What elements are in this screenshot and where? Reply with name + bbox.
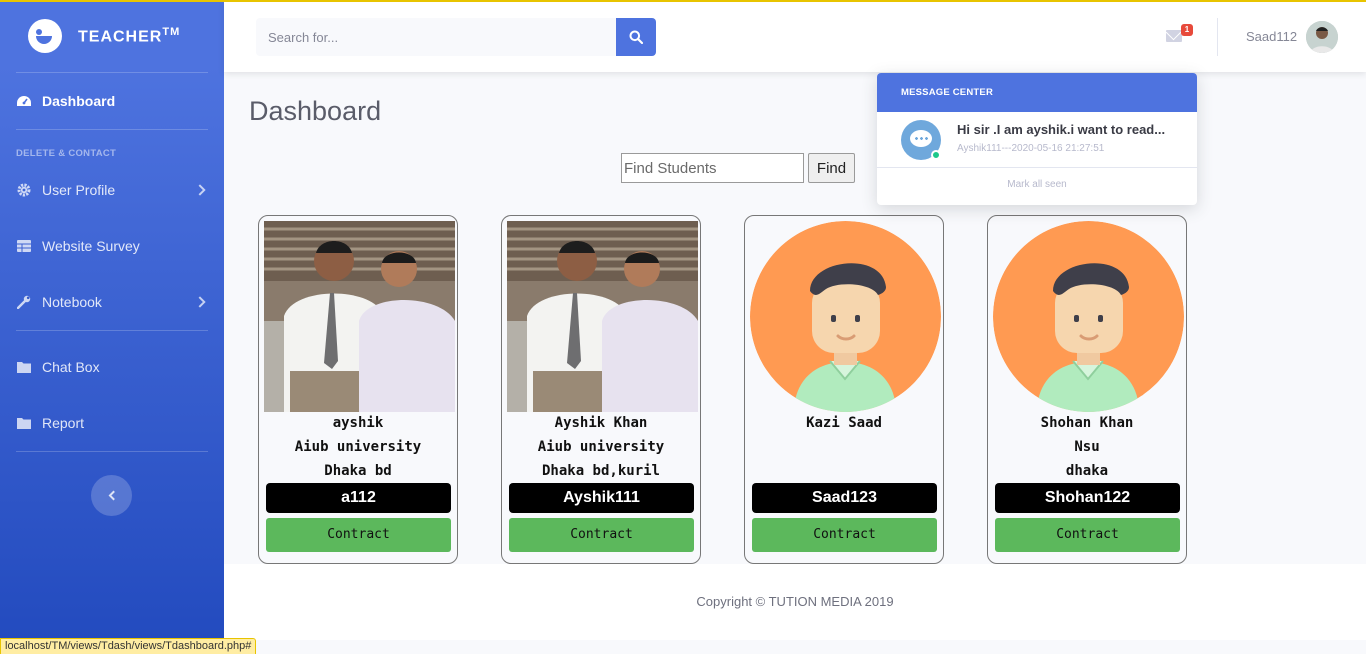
message-count-badge: 1 (1181, 24, 1193, 36)
student-name: Kazi Saad (806, 415, 882, 431)
student-id-badge: Shohan122 (995, 483, 1180, 513)
folder-icon (16, 416, 32, 430)
sidebar-item-notebook[interactable]: Notebook (0, 274, 224, 330)
message-preview: Hi sir .I am ayshik.i want to read... (957, 122, 1166, 137)
contract-button[interactable]: Contract (509, 518, 694, 552)
sidebar-item-website-survey[interactable]: Website Survey (0, 218, 224, 274)
find-button[interactable]: Find (808, 153, 855, 183)
student-id-badge: Ayshik111 (509, 483, 694, 513)
chevron-right-icon (194, 296, 206, 308)
search-bar (256, 18, 656, 56)
topbar-divider (1217, 18, 1218, 56)
default-avatar-image (750, 221, 941, 412)
mark-all-seen-link[interactable]: Mark all seen (877, 168, 1197, 190)
student-card: Ayshik Khan Aiub university Dhaka bd,kur… (501, 215, 701, 564)
message-center-title: MESSAGE CENTER (877, 73, 1197, 112)
student-university: Nsu (1074, 439, 1100, 455)
student-photo (264, 221, 455, 412)
topbar: 1 Saad112 (224, 2, 1366, 72)
cog-icon (16, 183, 32, 197)
copyright-text: Copyright © TUTION MEDIA 2019 (696, 594, 894, 609)
sidebar-heading: DELETE & CONTACT (16, 148, 117, 159)
student-card: Shohan Khan Nsu dhaka Shohan122 Contract (987, 215, 1187, 564)
contract-button[interactable]: Contract (266, 518, 451, 552)
sidebar-item-chat-box[interactable]: Chat Box (0, 339, 224, 395)
message-meta: Ayshik111---2020-05-16 21:27:51 (957, 143, 1105, 154)
student-name: Ayshik Khan (554, 415, 648, 431)
online-status-indicator (931, 150, 941, 160)
chat-bubble-icon (901, 120, 941, 160)
tachometer-icon (16, 94, 32, 108)
search-input[interactable] (256, 18, 616, 56)
chevron-right-icon (194, 184, 206, 196)
student-card: Kazi Saad Saad123 Contract (744, 215, 944, 564)
envelope-icon (1166, 30, 1182, 42)
student-university: Aiub university (537, 439, 665, 455)
laugh-wink-icon (28, 19, 62, 53)
sidebar-item-report[interactable]: Report (0, 395, 224, 451)
contract-button[interactable]: Contract (752, 518, 937, 552)
brand[interactable]: TEACHERTM (0, 0, 224, 72)
footer: Copyright © TUTION MEDIA 2019 (224, 564, 1366, 640)
student-location: Dhaka bd (324, 463, 392, 479)
top-accent-line (0, 0, 1366, 2)
student-photo (507, 221, 698, 412)
student-name: ayshik (332, 415, 384, 431)
student-name: Shohan Khan (1040, 415, 1134, 431)
find-students-input[interactable] (621, 153, 804, 183)
student-id-badge: a112 (266, 483, 451, 513)
search-icon (629, 30, 643, 44)
sidebar-item-label: Chat Box (42, 359, 100, 375)
student-id-badge: Saad123 (752, 483, 937, 513)
default-avatar-image (993, 221, 1184, 412)
folder-icon (16, 360, 32, 374)
brand-name: TEACHERTM (78, 25, 181, 46)
sidebar-item-label: Report (42, 415, 85, 431)
sidebar-toggle-button[interactable] (91, 475, 132, 516)
user-name[interactable]: Saad112 (1246, 29, 1297, 44)
student-card: ayshik Aiub university Dhaka bd a112 Con… (258, 215, 458, 564)
page-title: Dashboard (249, 96, 382, 126)
student-location: dhaka (1065, 463, 1109, 479)
sidebar-item-label: Dashboard (42, 93, 116, 109)
student-university: Aiub university (294, 439, 422, 455)
user-avatar[interactable] (1306, 21, 1338, 53)
search-button[interactable] (616, 18, 656, 56)
wrench-icon (16, 295, 32, 309)
table-icon (16, 239, 32, 253)
chevron-left-icon (108, 490, 118, 501)
sidebar-divider (16, 451, 208, 452)
contract-button[interactable]: Contract (995, 518, 1180, 552)
browser-status-url: localhost/TM/views/Tdash/views/Tdashboar… (0, 638, 257, 654)
message-item[interactable]: Hi sir .I am ayshik.i want to read... Ay… (877, 112, 1197, 168)
sidebar-item-label: User Profile (42, 182, 116, 198)
sidebar-item-dashboard[interactable]: Dashboard (0, 73, 224, 129)
sidebar-item-label: Website Survey (42, 238, 140, 254)
sidebar-item-label: Notebook (42, 294, 102, 310)
sidebar: TEACHERTM Dashboard DELETE & CONTACT Use… (0, 0, 224, 654)
message-center-dropdown: MESSAGE CENTER Hi sir .I am ayshik.i wan… (877, 73, 1197, 205)
student-location: Dhaka bd,kuril (541, 463, 660, 479)
sidebar-item-user-profile[interactable]: User Profile (0, 162, 224, 218)
